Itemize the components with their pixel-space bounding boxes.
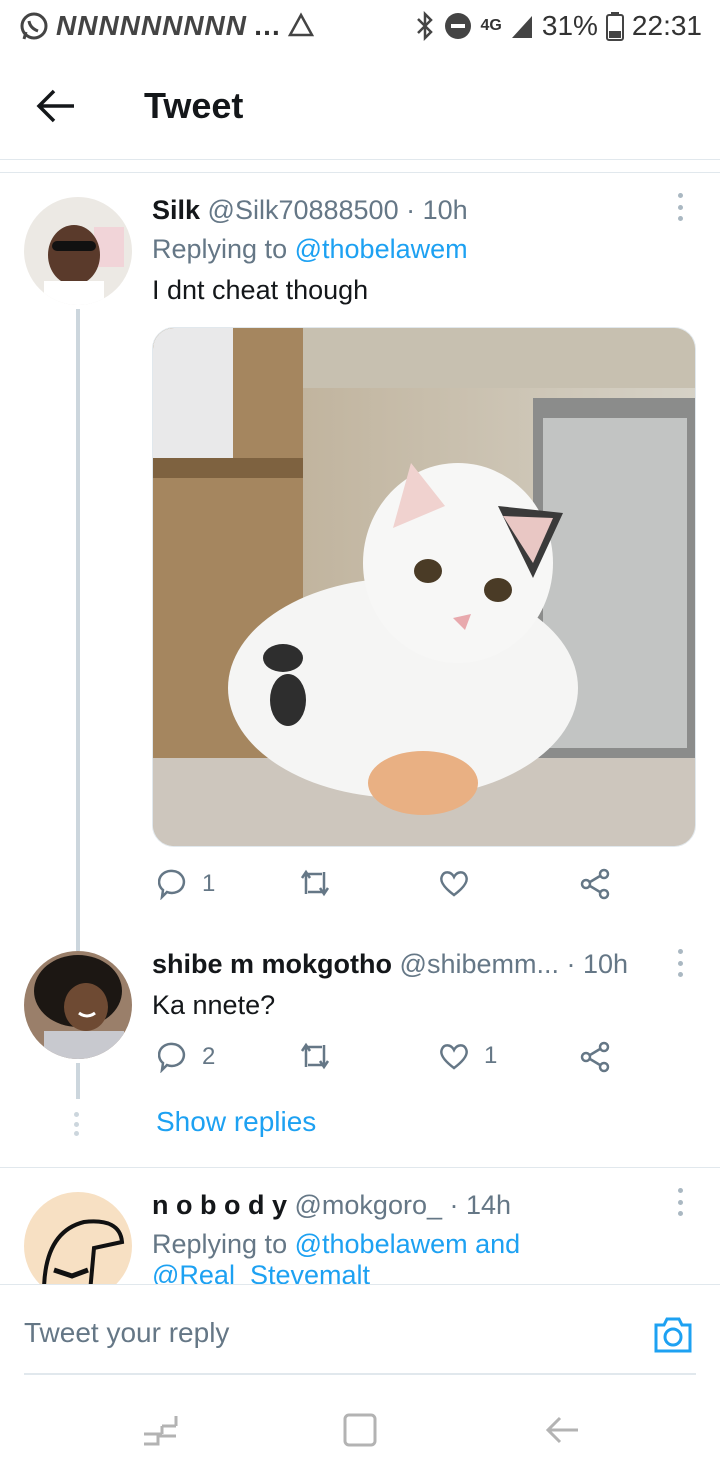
recent-apps-button[interactable] <box>140 1410 180 1450</box>
heart-icon <box>440 871 468 897</box>
reply-input-underline <box>24 1373 696 1375</box>
replying-to-link[interactable]: @thobelawem and <box>295 1229 521 1259</box>
bluetooth-icon <box>416 11 433 41</box>
tweet-text: I dnt cheat though <box>152 275 369 305</box>
battery-percent: 31% <box>541 10 598 41</box>
tweet-header: Silk @Silk70888500 · 10h <box>152 195 468 225</box>
author-name[interactable]: shibe m mokgotho <box>152 949 392 979</box>
reply-button[interactable]: 1 <box>158 868 215 900</box>
system-nav-bar <box>0 1380 720 1480</box>
author-handle[interactable]: @mokgoro_ <box>295 1190 442 1220</box>
recent-apps-icon <box>144 1416 178 1446</box>
home-button[interactable] <box>340 1410 380 1450</box>
avatar[interactable] <box>24 197 132 305</box>
thread-more-dots <box>74 1112 82 1136</box>
share-icon <box>580 1041 610 1073</box>
header-divider <box>0 160 720 173</box>
reply-composer-bar: Tweet your reply <box>0 1284 720 1376</box>
thread-line <box>76 309 80 943</box>
show-replies-link[interactable]: Show replies <box>156 1106 316 1138</box>
back-button[interactable] <box>0 52 112 160</box>
tweet-time: 10h <box>583 949 629 979</box>
replying-to-link-2[interactable]: @Real_Stevemalt <box>152 1260 370 1284</box>
clock: 22:31 <box>631 10 702 41</box>
status-bar: NNNNNNNNN … 4G 31% 22:31 <box>0 0 720 52</box>
battery-icon <box>605 12 624 41</box>
avatar[interactable] <box>24 951 132 1059</box>
more-options-button[interactable] <box>670 1182 690 1222</box>
reply-input[interactable]: Tweet your reply <box>24 1317 229 1349</box>
camera-button[interactable] <box>652 1315 694 1355</box>
reply-button[interactable]: 2 <box>158 1041 215 1073</box>
more-notifications-icon: … <box>253 10 281 41</box>
replying-to: Replying to @thobelawem and @Real_Stevem… <box>152 1229 696 1284</box>
tweet-header: n o b o d y @mokgoro_ · 14h <box>152 1190 512 1220</box>
heart-icon <box>440 1044 468 1070</box>
more-options-button[interactable] <box>670 943 690 983</box>
whatsapp-icon <box>20 12 48 40</box>
top-app-bar: Tweet <box>0 52 720 160</box>
author-handle[interactable]: @shibemm... <box>400 949 559 979</box>
reply-count: 2 <box>202 1043 216 1070</box>
retweet-icon <box>300 1042 330 1070</box>
author-name[interactable]: n o b o d y <box>152 1190 287 1220</box>
network-type-label: 4G <box>480 17 502 34</box>
avatar[interactable] <box>24 1192 132 1284</box>
like-count: 1 <box>484 1042 498 1069</box>
more-options-button[interactable] <box>670 187 690 227</box>
tweet-nobody[interactable]: n o b o d y @mokgoro_ · 14h Replying to … <box>0 1168 720 1284</box>
camera-icon <box>654 1317 692 1353</box>
tweet-time: 14h <box>466 1190 512 1220</box>
thread-line <box>76 1063 80 1099</box>
share-icon <box>580 868 610 900</box>
notification-icons: NNNNNNNNN <box>56 10 247 41</box>
tweet-text: Ka nnete? <box>152 990 276 1020</box>
system-back-button[interactable] <box>542 1410 582 1450</box>
share-button[interactable] <box>578 1041 612 1073</box>
recycle-icon <box>287 12 315 37</box>
comment-icon <box>158 869 186 900</box>
retweet-icon <box>300 869 330 897</box>
retweet-button[interactable] <box>298 1041 346 1071</box>
tweet-header: shibe m mokgotho @shibemm... · 10h <box>152 949 629 979</box>
replying-to: Replying to @thobelawem <box>152 234 468 264</box>
replying-to-link[interactable]: @thobelawem <box>295 234 468 264</box>
like-button[interactable] <box>438 868 484 898</box>
arrow-left-icon <box>36 89 74 122</box>
tweet-time: 10h <box>422 195 468 225</box>
do-not-disturb-icon <box>444 13 471 39</box>
share-button[interactable] <box>578 868 612 900</box>
home-square-icon <box>343 1413 377 1447</box>
retweet-button[interactable] <box>298 868 346 898</box>
signal-icon <box>511 16 532 38</box>
reply-count: 1 <box>202 870 216 897</box>
back-arrow-icon <box>545 1416 578 1444</box>
like-button[interactable]: 1 <box>438 1041 497 1071</box>
page-title: Tweet <box>144 84 244 126</box>
tweet-actions: 2 1 <box>152 1041 632 1081</box>
tweet-actions: 1 <box>152 868 632 908</box>
comment-icon <box>158 1042 186 1073</box>
tweet-image[interactable] <box>152 327 696 847</box>
thread-line <box>76 943 80 951</box>
author-handle[interactable]: @Silk70888500 <box>208 195 399 225</box>
author-name[interactable]: Silk <box>152 195 200 225</box>
